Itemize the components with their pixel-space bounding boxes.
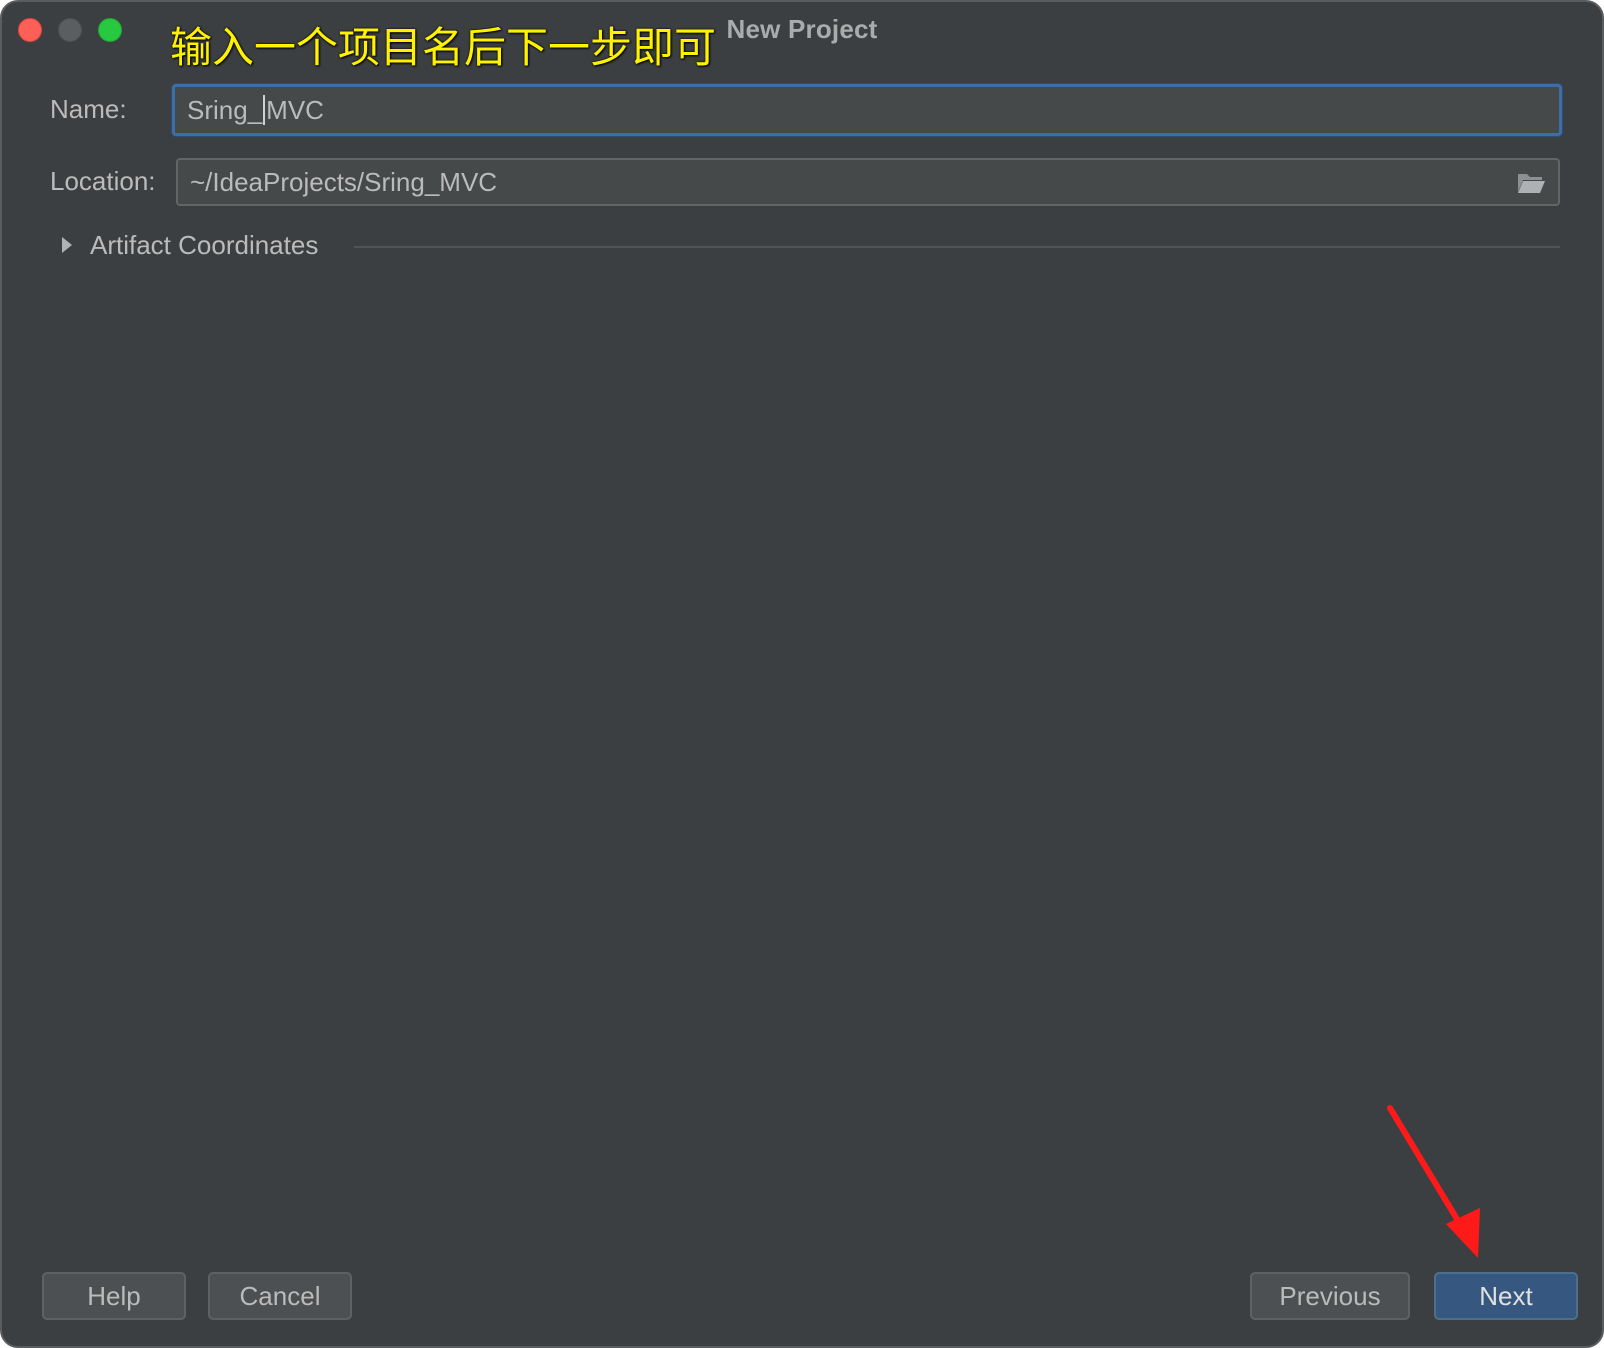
folder-open-icon[interactable]: [1516, 170, 1546, 196]
name-value-start: Sring_: [187, 94, 263, 125]
previous-button[interactable]: Previous: [1250, 1272, 1410, 1320]
artifact-coordinates-toggle[interactable]: Artifact Coordinates: [90, 230, 318, 261]
name-label: Name:: [50, 94, 127, 124]
location-value: ~/IdeaProjects/Sring_MVC: [190, 166, 498, 197]
next-button[interactable]: Next: [1434, 1272, 1578, 1320]
annotation-text: 输入一个项目名后下一步即可: [170, 23, 717, 72]
name-input[interactable]: Sring_ MVC: [172, 84, 1562, 136]
text-caret: [263, 95, 266, 125]
name-value-end: MVC: [266, 94, 324, 125]
cancel-button[interactable]: Cancel: [208, 1272, 352, 1320]
triangle-right-icon[interactable]: [60, 235, 74, 255]
new-project-dialog: New Project 输入一个项目名后下一步即可 Name: Sring_ MV…: [0, 0, 1604, 1348]
section-divider: [354, 246, 1560, 248]
annotation-arrow: [1387, 1105, 1480, 1258]
location-label: Location:: [50, 166, 156, 196]
location-input[interactable]: ~/IdeaProjects/Sring_MVC: [176, 158, 1560, 206]
help-button[interactable]: Help: [42, 1272, 186, 1320]
